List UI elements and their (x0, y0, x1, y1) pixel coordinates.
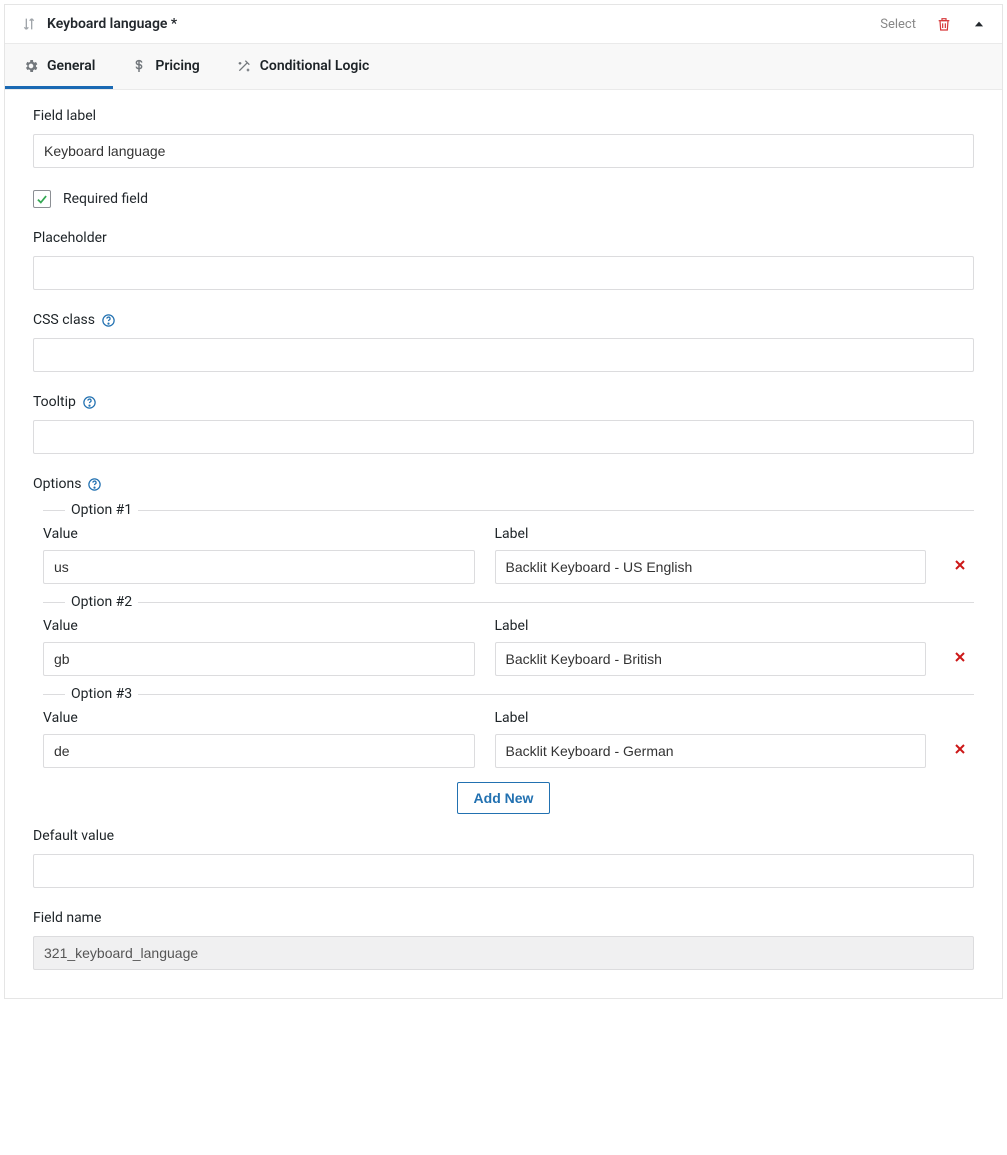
default-value-block: Default value (33, 828, 974, 888)
css-class-block: CSS class (33, 312, 974, 372)
option-value-input[interactable] (43, 642, 475, 676)
option-label-label: Label (495, 526, 927, 542)
collapse-toggle[interactable] (972, 17, 986, 31)
placeholder-caption: Placeholder (33, 230, 974, 246)
option-value-input[interactable] (43, 734, 475, 768)
tooltip-input[interactable] (33, 420, 974, 454)
option-group: Option #2 Value Label (43, 594, 974, 676)
help-icon[interactable] (82, 395, 97, 410)
remove-option-icon[interactable] (946, 546, 974, 584)
required-field-row: Required field (33, 190, 974, 208)
field-label-input[interactable] (33, 134, 974, 168)
options-caption: Options (33, 476, 81, 492)
field-label-caption: Field label (33, 108, 974, 124)
options-block: Options Option #1 Value (33, 476, 974, 814)
help-icon[interactable] (101, 313, 116, 328)
default-value-input[interactable] (33, 854, 974, 888)
option-label-label: Label (495, 618, 927, 634)
option-group: Option #1 Value Label (43, 502, 974, 584)
option-legend: Option #1 (65, 502, 138, 518)
option-value-label: Value (43, 710, 475, 726)
tooltip-caption: Tooltip (33, 394, 76, 410)
option-value-label: Value (43, 618, 475, 634)
add-new-button[interactable]: Add New (457, 782, 551, 814)
field-type-link[interactable]: Select (880, 17, 916, 32)
tab-label: Conditional Logic (260, 58, 370, 74)
tab-conditional-logic[interactable]: Conditional Logic (218, 44, 388, 89)
placeholder-block: Placeholder (33, 230, 974, 290)
css-class-caption: CSS class (33, 312, 95, 328)
option-value-input[interactable] (43, 550, 475, 584)
drag-sort-icon[interactable] (21, 16, 37, 32)
tab-pricing[interactable]: Pricing (113, 44, 217, 89)
tabs-bar: General Pricing Conditional Logic (5, 43, 1002, 90)
tab-label: Pricing (155, 58, 199, 74)
tab-label: General (47, 58, 95, 74)
required-label: Required field (63, 191, 148, 207)
default-value-caption: Default value (33, 828, 974, 844)
field-name-input (33, 936, 974, 970)
field-config-panel: Keyboard language * Select General (4, 4, 1003, 999)
option-label-label: Label (495, 710, 927, 726)
tooltip-block: Tooltip (33, 394, 974, 454)
tab-general[interactable]: General (5, 44, 113, 89)
panel-title: Keyboard language * (47, 16, 870, 32)
field-name-block: Field name (33, 910, 974, 970)
wand-icon (236, 58, 252, 74)
placeholder-input[interactable] (33, 256, 974, 290)
option-legend: Option #3 (65, 686, 138, 702)
panel-actions: Select (880, 15, 986, 33)
panel-body: Field label Required field Placeholder C… (5, 90, 1002, 998)
panel-header: Keyboard language * Select (5, 5, 1002, 43)
option-value-label: Value (43, 526, 475, 542)
required-checkbox[interactable] (33, 190, 51, 208)
option-label-input[interactable] (495, 734, 927, 768)
field-name-caption: Field name (33, 910, 974, 926)
remove-option-icon[interactable] (946, 638, 974, 676)
option-legend: Option #2 (65, 594, 138, 610)
field-label-block: Field label (33, 108, 974, 168)
option-label-input[interactable] (495, 642, 927, 676)
help-icon[interactable] (87, 477, 102, 492)
option-group: Option #3 Value Label (43, 686, 974, 768)
gear-icon (23, 58, 39, 74)
dollar-icon (131, 58, 147, 74)
remove-option-icon[interactable] (946, 730, 974, 768)
css-class-input[interactable] (33, 338, 974, 372)
option-label-input[interactable] (495, 550, 927, 584)
trash-icon[interactable] (936, 15, 952, 33)
